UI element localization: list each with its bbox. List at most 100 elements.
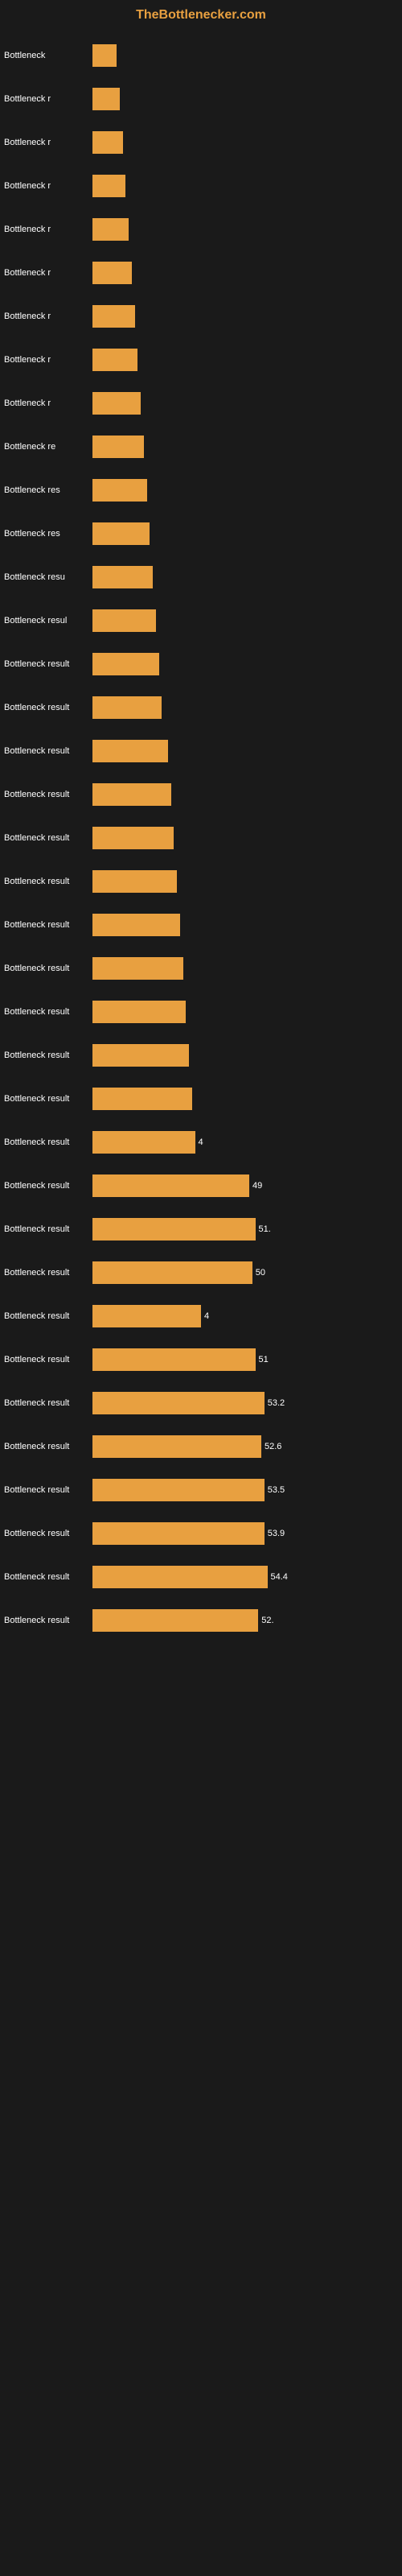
bar-container: 51.	[92, 1216, 394, 1242]
bar-label: Bottleneck result	[4, 1311, 92, 1321]
bar-row: Bottleneck result	[4, 730, 394, 772]
bar-row: Bottleneck result 51	[4, 1339, 394, 1381]
bar-fill	[92, 740, 168, 762]
bar-fill	[92, 609, 156, 632]
bar-row: Bottleneck result50	[4, 1252, 394, 1294]
bar-row: Bottleneck r	[4, 295, 394, 337]
bar-container	[92, 1086, 394, 1112]
bar-label: Bottleneck result	[4, 1355, 92, 1364]
bar-fill	[92, 1001, 186, 1023]
bar-row: Bottleneck resul	[4, 600, 394, 642]
bar-fill	[92, 1479, 265, 1501]
bar-fill	[92, 1348, 256, 1371]
bar-row: Bottleneck result	[4, 643, 394, 685]
bar-container: 53.9	[92, 1521, 394, 1546]
bar-container: 4	[92, 1129, 394, 1155]
bar-row: Bottleneck result	[4, 861, 394, 902]
bar-row: Bottleneck	[4, 35, 394, 76]
bar-container	[92, 869, 394, 894]
bar-row: Bottleneck result 52.	[4, 1600, 394, 1641]
bar-label: Bottleneck result	[4, 1094, 92, 1104]
bar-container	[92, 303, 394, 329]
bar-fill	[92, 914, 180, 936]
bar-row: Bottleneck r	[4, 165, 394, 207]
bar-row: Bottleneck r	[4, 208, 394, 250]
bar-fill	[92, 1131, 195, 1154]
bar-container	[92, 390, 394, 416]
bar-fill	[92, 1392, 265, 1414]
bar-fill	[92, 957, 183, 980]
bar-row: Bottleneck result4	[4, 1121, 394, 1163]
bar-value: 52.	[261, 1616, 273, 1625]
bar-row: Bottleneck result53.2	[4, 1382, 394, 1424]
bar-container	[92, 434, 394, 460]
bar-container: 53.2	[92, 1390, 394, 1416]
bar-row: Bottleneck result	[4, 774, 394, 815]
bar-label: Bottleneck result	[4, 1181, 92, 1191]
bar-label: Bottleneck result	[4, 659, 92, 669]
bar-value: 54.4	[271, 1572, 288, 1582]
bar-row: Bottleneck r	[4, 339, 394, 381]
bar-label: Bottleneck result	[4, 1442, 92, 1451]
bar-container: 53.5	[92, 1477, 394, 1503]
bar-fill	[92, 522, 150, 545]
bar-label: Bottleneck r	[4, 181, 92, 191]
bar-row: Bottleneck result 52.6	[4, 1426, 394, 1468]
bar-container: 54.4	[92, 1564, 394, 1590]
bar-value: 51	[259, 1355, 269, 1364]
bar-container	[92, 347, 394, 373]
bar-label: Bottleneck	[4, 51, 92, 60]
bar-container	[92, 477, 394, 503]
bar-fill	[92, 436, 144, 458]
bar-row: Bottleneck r	[4, 122, 394, 163]
bar-label: Bottleneck result	[4, 877, 92, 886]
bar-row: Bottleneck result51.	[4, 1208, 394, 1250]
bar-fill	[92, 696, 162, 719]
bar-row: Bottleneck result49	[4, 1165, 394, 1207]
bar-container	[92, 825, 394, 851]
bar-fill	[92, 44, 117, 67]
bar-container	[92, 608, 394, 634]
bar-fill	[92, 566, 153, 588]
bar-fill	[92, 88, 120, 110]
bar-container	[92, 86, 394, 112]
bar-fill	[92, 1435, 261, 1458]
bar-container	[92, 956, 394, 981]
bar-row: Bottleneck res	[4, 469, 394, 511]
bar-label: Bottleneck r	[4, 268, 92, 278]
bar-label: Bottleneck res	[4, 529, 92, 539]
bar-label: Bottleneck result	[4, 964, 92, 973]
bar-fill	[92, 653, 159, 675]
bar-fill	[92, 479, 147, 502]
bar-row: Bottleneck result	[4, 1034, 394, 1076]
bar-label: Bottleneck res	[4, 485, 92, 495]
bar-label: Bottleneck result	[4, 1616, 92, 1625]
bar-container	[92, 130, 394, 155]
bar-container	[92, 43, 394, 68]
bar-value: 50	[256, 1268, 265, 1278]
header-text: TheBottlenecker.com	[136, 8, 266, 22]
bar-label: Bottleneck r	[4, 312, 92, 321]
bar-fill	[92, 1609, 258, 1632]
bar-label: Bottleneck r	[4, 225, 92, 234]
bar-fill	[92, 1044, 189, 1067]
bar-label: Bottleneck result	[4, 1572, 92, 1582]
bar-fill	[92, 1522, 265, 1545]
bar-row: Bottleneck result4	[4, 1295, 394, 1337]
bar-row: Bottleneck result 54.4	[4, 1556, 394, 1598]
bar-value: 52.6	[265, 1442, 281, 1451]
bar-label: Bottleneck result	[4, 1485, 92, 1495]
bar-container	[92, 521, 394, 547]
bar-label: Bottleneck r	[4, 94, 92, 104]
bar-label: Bottleneck resu	[4, 572, 92, 582]
bar-label: Bottleneck result	[4, 1398, 92, 1408]
bar-value: 53.5	[268, 1485, 285, 1495]
bar-container	[92, 564, 394, 590]
bar-label: Bottleneck result	[4, 1224, 92, 1234]
bar-container	[92, 1042, 394, 1068]
bar-row: Bottleneck result53.9	[4, 1513, 394, 1554]
bar-row: Bottleneck res	[4, 513, 394, 555]
bar-fill	[92, 783, 171, 806]
bar-label: Bottleneck result	[4, 1007, 92, 1017]
bar-container	[92, 738, 394, 764]
